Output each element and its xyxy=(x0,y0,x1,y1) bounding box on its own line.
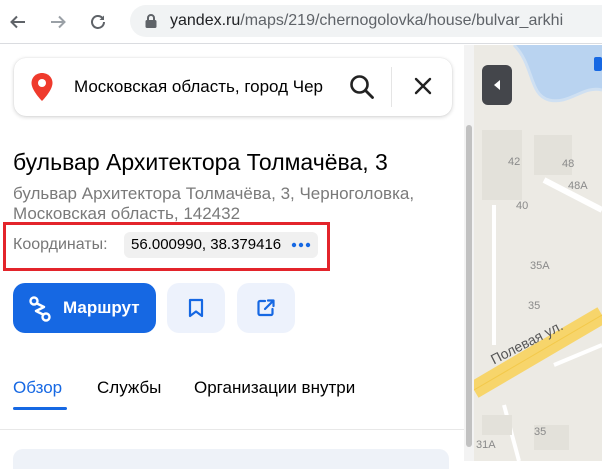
active-tab-indicator xyxy=(13,407,67,410)
back-arrow-icon[interactable] xyxy=(2,6,34,38)
tab-services[interactable]: Службы xyxy=(97,378,161,398)
lock-icon xyxy=(145,14,157,28)
route-icon xyxy=(29,296,51,322)
share-button[interactable] xyxy=(237,283,295,333)
collapse-panel-button[interactable] xyxy=(482,65,512,105)
url-path: /maps/219/chernogolovka/house/bulvar_ark… xyxy=(240,12,564,29)
house-number: 35 xyxy=(528,300,541,312)
place-address: бульвар Архитектора Толмачёва, 3, Черног… xyxy=(13,184,415,223)
location-pin-icon xyxy=(31,73,53,101)
url-domain: yandex.ru xyxy=(170,12,241,29)
panel-scrollbar[interactable] xyxy=(464,45,474,461)
tab-overview[interactable]: Обзор xyxy=(13,378,62,398)
scrollbar-thumb[interactable] xyxy=(466,125,472,447)
content-card xyxy=(13,449,449,469)
route-button[interactable]: Маршрут xyxy=(13,283,156,333)
share-icon xyxy=(257,299,275,317)
tab-organizations-inside[interactable]: Организации внутри xyxy=(194,378,355,398)
more-dots-icon[interactable] xyxy=(291,242,311,248)
map-canvas xyxy=(474,45,602,461)
forward-arrow-icon[interactable] xyxy=(42,6,74,38)
search-input[interactable]: Московская область, город Чер xyxy=(74,77,348,97)
house-number: 35 xyxy=(534,426,547,438)
search-divider xyxy=(391,67,392,107)
coordinates-label: Координаты: xyxy=(13,236,108,253)
search-box[interactable]: Московская область, город Чер xyxy=(14,58,452,116)
close-icon[interactable] xyxy=(412,75,434,97)
house-number: 48А xyxy=(568,180,588,192)
coordinates-value[interactable]: 56.000990, 38.379416 xyxy=(131,236,281,253)
search-icon[interactable] xyxy=(348,73,376,101)
address-bar[interactable]: yandex.ru/maps/219/chernogolovka/house/b… xyxy=(130,5,602,37)
house-number: 31А xyxy=(476,439,496,451)
reload-icon[interactable] xyxy=(82,6,114,38)
section-divider xyxy=(0,429,474,430)
house-number: 42 xyxy=(508,156,521,168)
place-panel: Московская область, город Чер бульвар Ар… xyxy=(0,45,474,469)
house-number: 35А xyxy=(530,260,550,272)
bookmark-button[interactable] xyxy=(167,283,225,333)
route-button-label: Маршрут xyxy=(63,298,140,317)
map-view[interactable]: 42 48 48А 40 35А 35 35 31А xyxy=(474,45,602,461)
collapse-arrow-icon xyxy=(494,80,500,90)
house-number: 48 xyxy=(562,158,575,170)
bookmark-icon xyxy=(188,298,204,318)
place-title: бульвар Архитектора Толмачёва, 3 xyxy=(13,149,388,175)
house-number: 40 xyxy=(516,200,529,212)
browser-toolbar: yandex.ru/maps/219/chernogolovka/house/b… xyxy=(0,0,602,44)
